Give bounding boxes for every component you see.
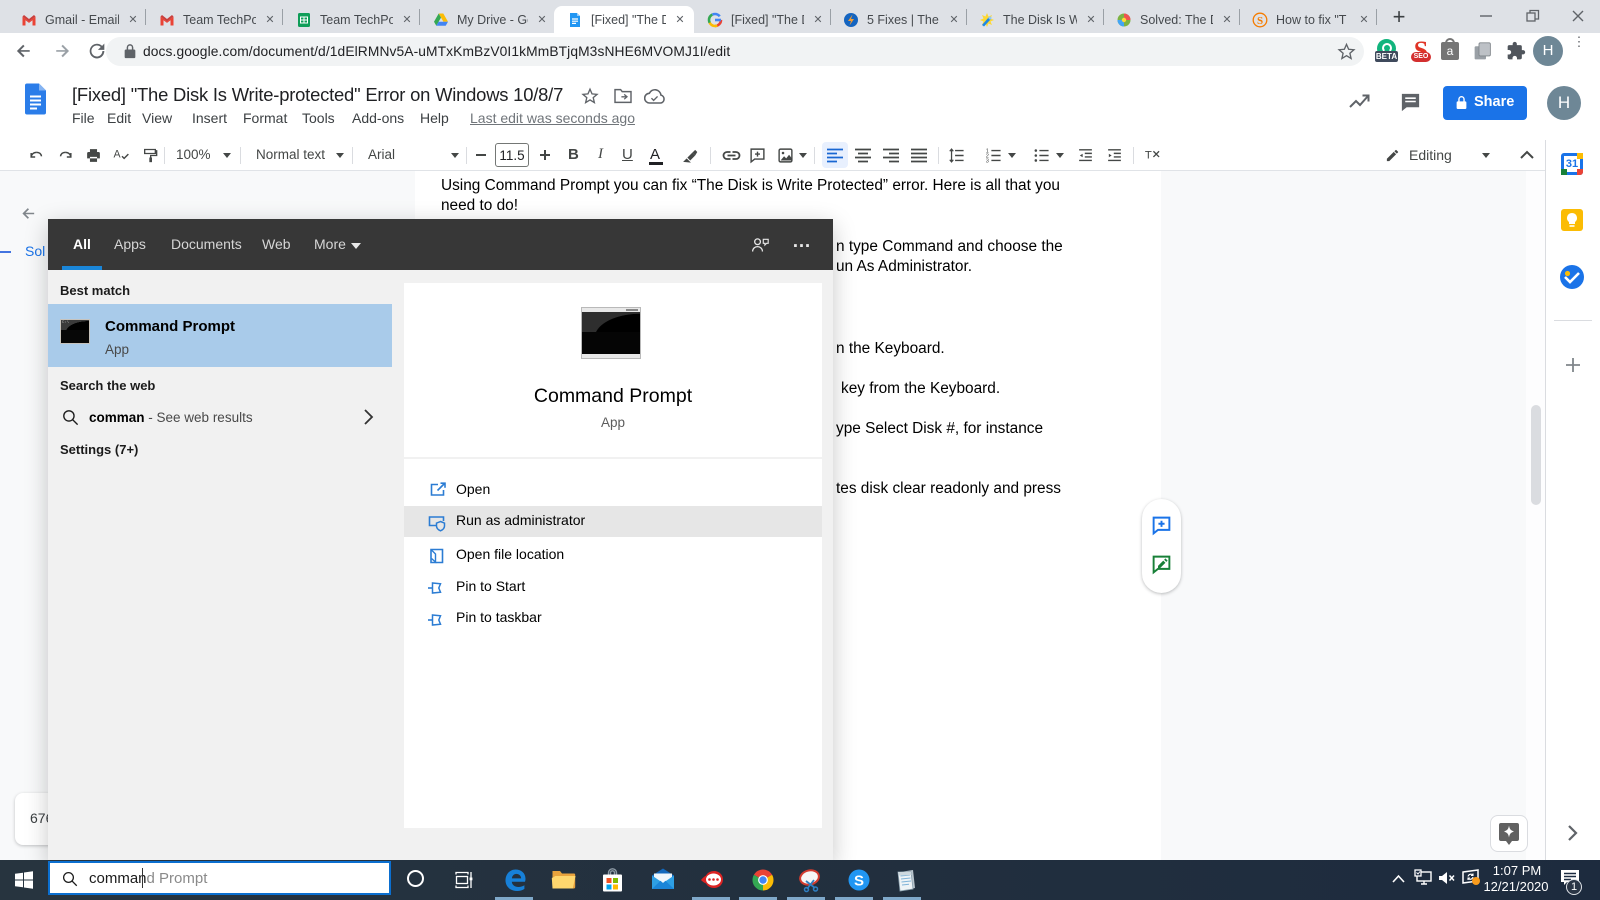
svg-text:3: 3 <box>986 159 989 164</box>
svg-text:S: S <box>1257 15 1263 27</box>
svg-text:A: A <box>114 149 122 161</box>
svg-text:S: S <box>854 873 864 890</box>
svg-text:T: T <box>1145 149 1152 161</box>
